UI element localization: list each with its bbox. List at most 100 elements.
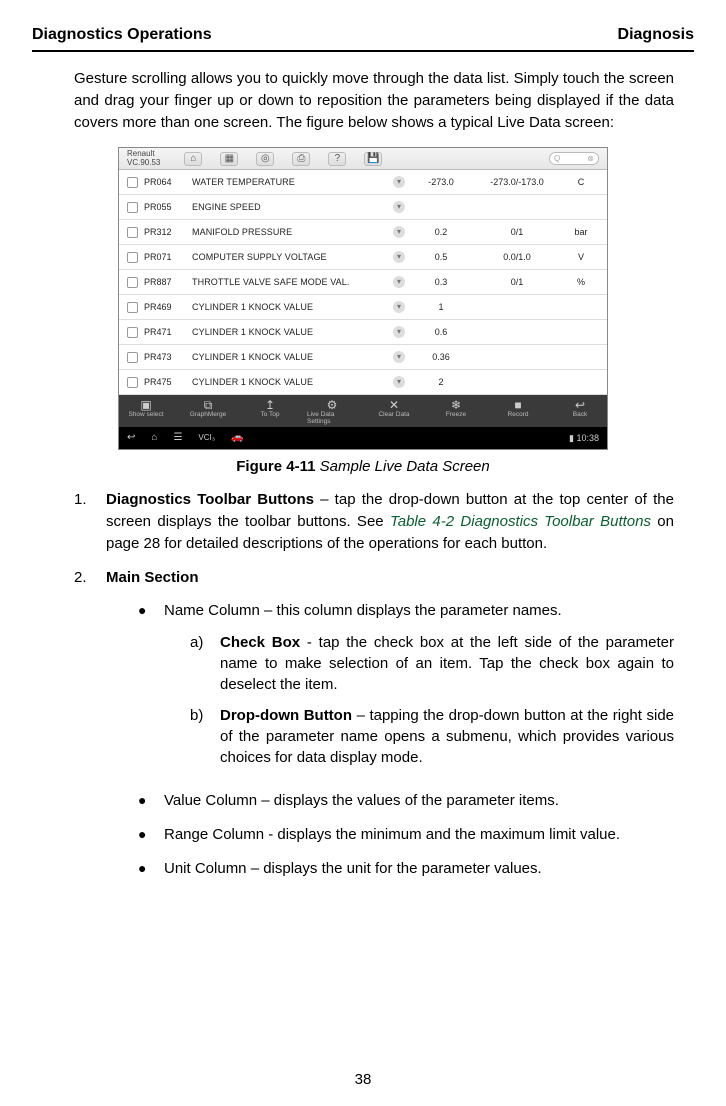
header-rule [32, 50, 694, 52]
param-name: THROTTLE VALVE SAFE MODE VAL. [192, 278, 387, 287]
param-code: PR064 [144, 178, 186, 187]
param-range: 0/1 [477, 278, 557, 287]
main-section-heading: Main Section [106, 569, 199, 586]
figure-live-data-screenshot: Renault VC.90.53 ⌂ ▦ ◎ ⎙ ? 💾 Q ⊗ PR064 WA… [118, 147, 608, 450]
screenshot-navbar: ↩ ⌂ ☰ VCI₃ 🚗 ▮ 10:38 [119, 427, 607, 449]
fn-live-data-settings[interactable]: ⚙Live Data Settings [307, 399, 357, 425]
target-icon[interactable]: ◎ [256, 152, 274, 166]
print-icon[interactable]: ⎙ [292, 152, 310, 166]
table-row: PR475 CYLINDER 1 KNOCK VALUE ▾ 2 [119, 370, 607, 395]
check-box-desc: Check Box - tap the check box at the lef… [220, 632, 674, 695]
dropdown-icon[interactable]: ▾ [393, 251, 405, 263]
param-code: PR312 [144, 228, 186, 237]
fn-to-top[interactable]: ↥To Top [245, 399, 295, 425]
close-icon[interactable]: ⊗ [587, 155, 594, 163]
checkbox[interactable] [127, 327, 138, 338]
param-value: 1 [411, 303, 471, 312]
list-number-2: 2. [74, 567, 106, 892]
help-icon[interactable]: ? [328, 152, 346, 166]
header-left: Diagnostics Operations [32, 26, 212, 44]
xref-table-4-2[interactable]: Table 4-2 Diagnostics Toolbar Buttons [390, 513, 651, 530]
checkbox[interactable] [127, 252, 138, 263]
dropdown-icon[interactable]: ▾ [393, 326, 405, 338]
param-code: PR475 [144, 378, 186, 387]
car-icon[interactable]: 🚗 [231, 433, 243, 443]
bullet-icon: ● [138, 600, 164, 778]
checkbox[interactable] [127, 352, 138, 363]
param-name: COMPUTER SUPPLY VOLTAGE [192, 253, 387, 262]
brand-version: VC.90.53 [127, 159, 160, 167]
intro-paragraph: Gesture scrolling allows you to quickly … [74, 68, 674, 133]
param-name: CYLINDER 1 KNOCK VALUE [192, 353, 387, 362]
save-icon[interactable]: 💾 [364, 152, 382, 166]
screenshot-function-bar: ▣Show select ⧉GraphMerge ↥To Top ⚙Live Data… [119, 395, 607, 427]
param-value: 0.3 [411, 278, 471, 287]
param-value: -273.0 [411, 178, 471, 187]
dropdown-icon[interactable]: ▾ [393, 376, 405, 388]
bullet-icon: ● [138, 790, 164, 812]
table-row: PR055 ENGINE SPEED ▾ [119, 195, 607, 220]
figure-caption: Figure 4-11 Sample Live Data Screen [32, 458, 694, 475]
checkbox[interactable] [127, 227, 138, 238]
param-name: WATER TEMPERATURE [192, 178, 387, 187]
param-code: PR471 [144, 328, 186, 337]
dropdown-icon[interactable]: ▾ [393, 176, 405, 188]
param-unit: bar [563, 228, 599, 237]
param-code: PR887 [144, 278, 186, 287]
param-code: PR469 [144, 303, 186, 312]
fn-back[interactable]: ↩Back [555, 399, 605, 425]
table-row: PR887 THROTTLE VALVE SAFE MODE VAL. ▾ 0.3 0/… [119, 270, 607, 295]
param-name: ENGINE SPEED [192, 203, 387, 212]
list-number-1: 1. [74, 489, 106, 554]
vci-icon[interactable]: VCI₃ [198, 434, 215, 442]
list-item-1: Diagnostics Toolbar Buttons – tap the dr… [106, 489, 674, 554]
page-number: 38 [0, 1071, 726, 1088]
bullet-icon: ● [138, 824, 164, 846]
recent-icon[interactable]: ☰ [173, 433, 182, 443]
name-column-desc: Name Column – this column displays the p… [164, 602, 562, 619]
letter-b: b) [190, 705, 220, 768]
home-nav-icon[interactable]: ⌂ [151, 433, 157, 443]
table-row: PR064 WATER TEMPERATURE ▾ -273.0 -273.0/-173… [119, 170, 607, 195]
param-value: 0.2 [411, 228, 471, 237]
fn-graphmerge[interactable]: ⧉GraphMerge [183, 399, 233, 425]
param-value: 0.36 [411, 353, 471, 362]
dropdown-icon[interactable]: ▾ [393, 301, 405, 313]
checkbox[interactable] [127, 177, 138, 188]
param-name: MANIFOLD PRESSURE [192, 228, 387, 237]
dropdown-icon[interactable]: ▾ [393, 201, 405, 213]
table-row: PR469 CYLINDER 1 KNOCK VALUE ▾ 1 [119, 295, 607, 320]
checkbox[interactable] [127, 302, 138, 313]
home-icon[interactable]: ⌂ [184, 152, 202, 166]
param-unit: % [563, 278, 599, 287]
fn-clear-data[interactable]: ✕Clear Data [369, 399, 419, 425]
param-value: 0.5 [411, 253, 471, 262]
back-icon[interactable]: ↩ [127, 433, 135, 443]
fn-freeze[interactable]: ❄Freeze [431, 399, 481, 425]
header-right: Diagnosis [618, 26, 694, 44]
checkbox[interactable] [127, 202, 138, 213]
param-name: CYLINDER 1 KNOCK VALUE [192, 303, 387, 312]
checkbox[interactable] [127, 377, 138, 388]
dropdown-button-desc: Drop-down Button – tapping the drop-down… [220, 705, 674, 768]
dropdown-icon[interactable]: ▾ [393, 351, 405, 363]
search-input[interactable]: Q ⊗ [549, 152, 599, 165]
bullet-icon: ● [138, 858, 164, 880]
param-value: 0.6 [411, 328, 471, 337]
param-range: -273.0/-173.0 [477, 178, 557, 187]
param-unit: V [563, 253, 599, 262]
range-column-desc: Range Column - displays the minimum and … [164, 824, 674, 846]
param-code: PR055 [144, 203, 186, 212]
fn-record[interactable]: ■Record [493, 399, 543, 425]
dropdown-icon[interactable]: ▾ [393, 276, 405, 288]
screenshot-topbar: Renault VC.90.53 ⌂ ▦ ◎ ⎙ ? 💾 Q ⊗ [119, 148, 607, 170]
grid-icon[interactable]: ▦ [220, 152, 238, 166]
clock: ▮ 10:38 [569, 434, 599, 443]
param-value: 2 [411, 378, 471, 387]
checkbox[interactable] [127, 277, 138, 288]
dropdown-icon[interactable]: ▾ [393, 226, 405, 238]
param-name: CYLINDER 1 KNOCK VALUE [192, 378, 387, 387]
param-unit: C [563, 178, 599, 187]
value-column-desc: Value Column – displays the values of th… [164, 790, 674, 812]
fn-show-select[interactable]: ▣Show select [121, 399, 171, 425]
